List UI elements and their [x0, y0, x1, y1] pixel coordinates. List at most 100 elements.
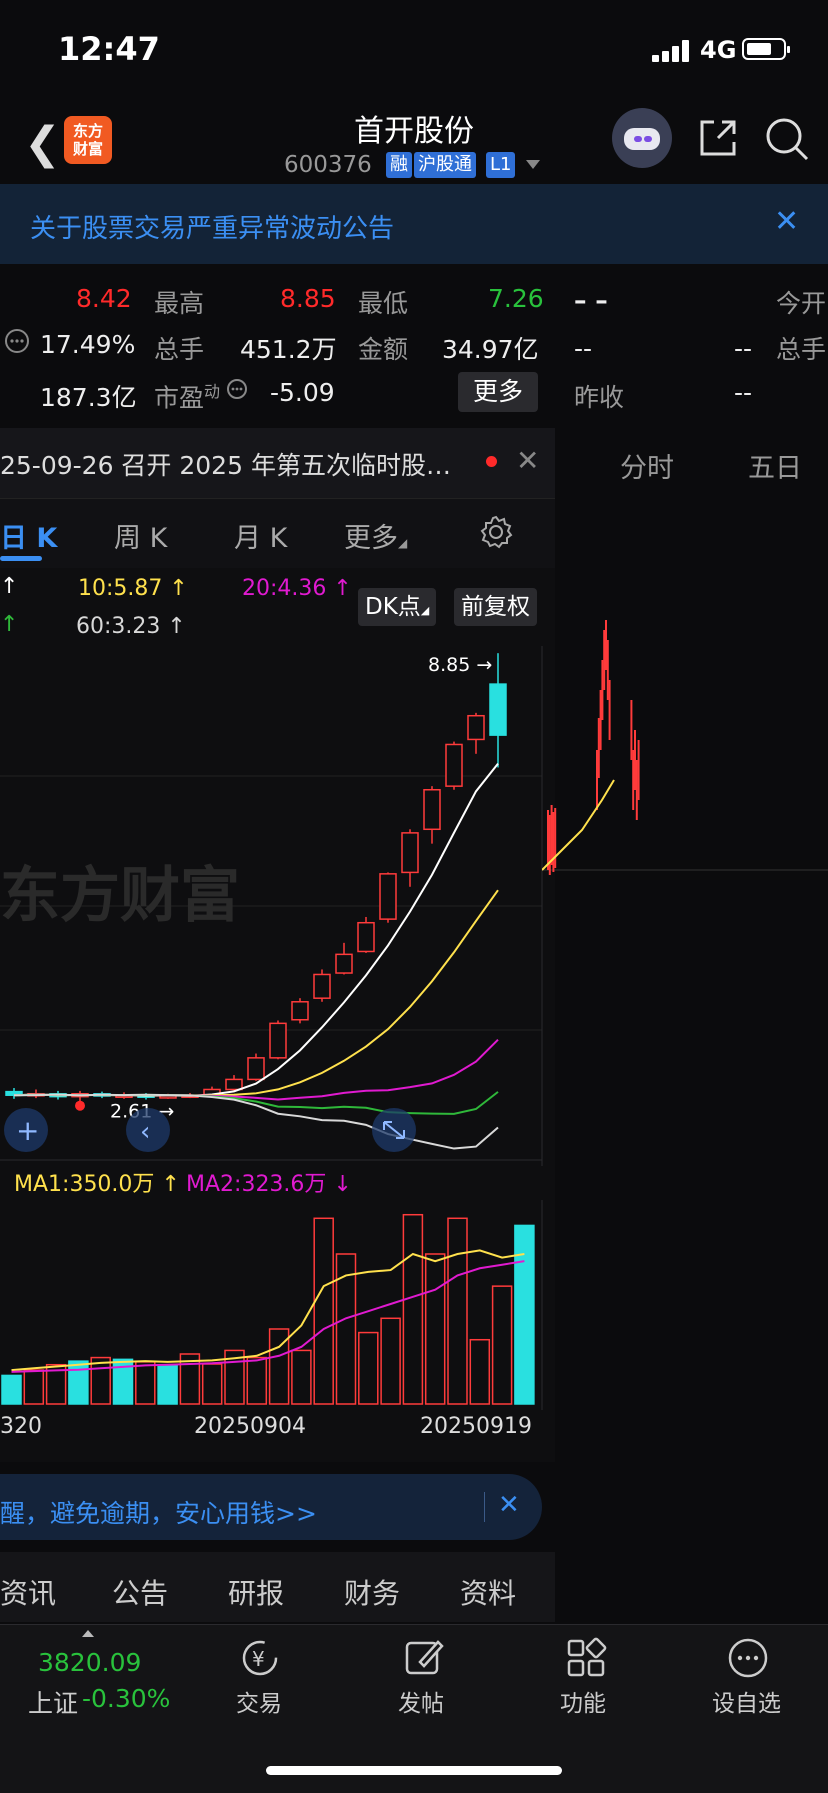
volume-bar[interactable]: [291, 1349, 312, 1405]
info-icon[interactable]: [226, 378, 248, 400]
tab-profile[interactable]: 资料: [460, 1572, 516, 1612]
volume-bar[interactable]: [313, 1217, 334, 1405]
tab-news[interactable]: 资讯: [0, 1572, 56, 1612]
index-value[interactable]: 3820.09: [38, 1648, 141, 1677]
volume-bar[interactable]: [23, 1369, 45, 1405]
tab-weekly-k[interactable]: 周 K: [114, 516, 167, 555]
volume-bar[interactable]: [358, 1331, 379, 1405]
loan-ad-text[interactable]: 醒，避免逾期，安心用钱>>: [0, 1494, 317, 1530]
watermark-logo: 东方财富: [0, 861, 240, 931]
index-name[interactable]: 上证: [28, 1684, 78, 1720]
tab-announcements[interactable]: 公告: [112, 1572, 168, 1612]
low-marker-dot: [75, 1100, 85, 1111]
intraday-chart[interactable]: [542, 620, 828, 900]
volume-chart[interactable]: [0, 1200, 555, 1410]
volume-bar[interactable]: [491, 1285, 513, 1405]
network-label: 4G: [700, 36, 737, 64]
volume-bar[interactable]: [201, 1363, 223, 1405]
candle-body[interactable]: [225, 1078, 243, 1091]
tab-research[interactable]: 研报: [228, 1572, 284, 1612]
volume-bar[interactable]: [68, 1360, 89, 1405]
turnover-rate: 17.49%: [40, 330, 136, 359]
trade-icon[interactable]: ¥: [238, 1636, 282, 1680]
expand-up-icon[interactable]: [82, 1630, 94, 1637]
candle-body[interactable]: [291, 1001, 309, 1021]
candle-body[interactable]: [357, 921, 375, 953]
tab-finance[interactable]: 财务: [344, 1572, 400, 1612]
volume-bar[interactable]: [402, 1213, 424, 1405]
high-value: 8.85: [280, 284, 336, 313]
triangle-icon: ◢: [398, 536, 408, 550]
ma20-legend: 20:4.36 ↑: [242, 576, 352, 601]
tab-daily-k[interactable]: 日 K: [0, 516, 57, 555]
candlestick-chart[interactable]: 东方财富 8.85 → 2.61 → + ‹: [0, 646, 555, 1166]
active-tab-indicator: [0, 556, 42, 561]
index-change[interactable]: -0.30%: [82, 1684, 170, 1713]
forward-adjust-button[interactable]: 前复权: [454, 588, 537, 626]
candle-body[interactable]: [401, 832, 419, 874]
volume-bar[interactable]: [447, 1217, 468, 1405]
volume-bar[interactable]: [469, 1338, 491, 1405]
volume-bar[interactable]: [514, 1224, 535, 1405]
candle-body[interactable]: [247, 1057, 265, 1081]
stock-code: 600376: [284, 152, 372, 178]
chevron-down-icon[interactable]: [526, 160, 540, 169]
tab-post-label[interactable]: 发帖: [398, 1684, 444, 1718]
volume-bar[interactable]: [1, 1374, 22, 1405]
announcement-text[interactable]: 关于股票交易严重异常波动公告: [30, 208, 394, 245]
tab-more[interactable]: 更多◢: [344, 516, 407, 555]
volume-bar[interactable]: [90, 1356, 111, 1405]
plus-glyph: +: [16, 1114, 39, 1147]
share-icon[interactable]: [696, 116, 740, 160]
chevron-left-glyph: ‹: [140, 1117, 150, 1147]
candle-body[interactable]: [423, 789, 441, 831]
candle-body[interactable]: [269, 1022, 287, 1059]
candle-body[interactable]: [379, 873, 397, 920]
candle-body[interactable]: [313, 973, 331, 999]
prev-close-label: 昨收: [574, 383, 625, 412]
search-icon[interactable]: [764, 116, 810, 162]
tab-intraday[interactable]: 分时: [620, 446, 674, 485]
current-price: 8.42: [76, 284, 132, 313]
tag-connect: 沪股通: [414, 152, 476, 178]
close-icon[interactable]: ✕: [498, 1490, 520, 1520]
ma-line: [13, 1093, 499, 1150]
info-icon[interactable]: [4, 328, 30, 354]
volume-bar[interactable]: [135, 1361, 156, 1405]
volume-bar[interactable]: [246, 1356, 268, 1405]
high-price-marker: 8.85 →: [428, 654, 492, 676]
candle-body[interactable]: [335, 953, 353, 974]
volume-value: 451.2万: [240, 335, 337, 364]
tab-five-day[interactable]: 五日: [748, 446, 802, 485]
volume-bar[interactable]: [380, 1317, 401, 1405]
home-indicator[interactable]: [266, 1766, 562, 1775]
volume-bar[interactable]: [157, 1363, 178, 1405]
post-edit-icon[interactable]: [402, 1636, 446, 1680]
more-button[interactable]: 更多: [458, 372, 538, 412]
candle-body[interactable]: [489, 683, 507, 736]
more-dots-icon[interactable]: [726, 1636, 770, 1680]
volume-bar[interactable]: [424, 1253, 446, 1405]
close-icon[interactable]: ✕: [774, 204, 799, 239]
tab-functions-label[interactable]: 功能: [560, 1684, 606, 1718]
settings-gear-icon[interactable]: [478, 514, 514, 550]
tab-trade-label[interactable]: 交易: [236, 1684, 282, 1718]
dash-3: --: [734, 378, 753, 407]
tab-watchlist-label[interactable]: 设自选: [712, 1684, 781, 1718]
close-icon[interactable]: ✕: [516, 444, 539, 477]
candle-body[interactable]: [467, 714, 485, 741]
battery-icon: [742, 38, 790, 60]
pe-value: -5.09: [270, 378, 335, 407]
unread-dot: [486, 456, 497, 467]
low-label: 最低: [358, 289, 409, 318]
functions-grid-icon[interactable]: [564, 1636, 608, 1680]
dash-1: --: [574, 334, 593, 363]
date-label-2: 20250904: [194, 1414, 306, 1439]
tab-monthly-k[interactable]: 月 K: [234, 516, 287, 555]
low-value: 7.26: [488, 284, 544, 313]
dk-point-button[interactable]: DK点◢: [358, 588, 437, 626]
candle-body[interactable]: [445, 743, 463, 787]
assistant-avatar-icon[interactable]: [612, 108, 672, 168]
dash-2: --: [734, 334, 753, 363]
event-notice-text[interactable]: 25-09-26 召开 2025 年第五次临时股…: [0, 446, 451, 482]
